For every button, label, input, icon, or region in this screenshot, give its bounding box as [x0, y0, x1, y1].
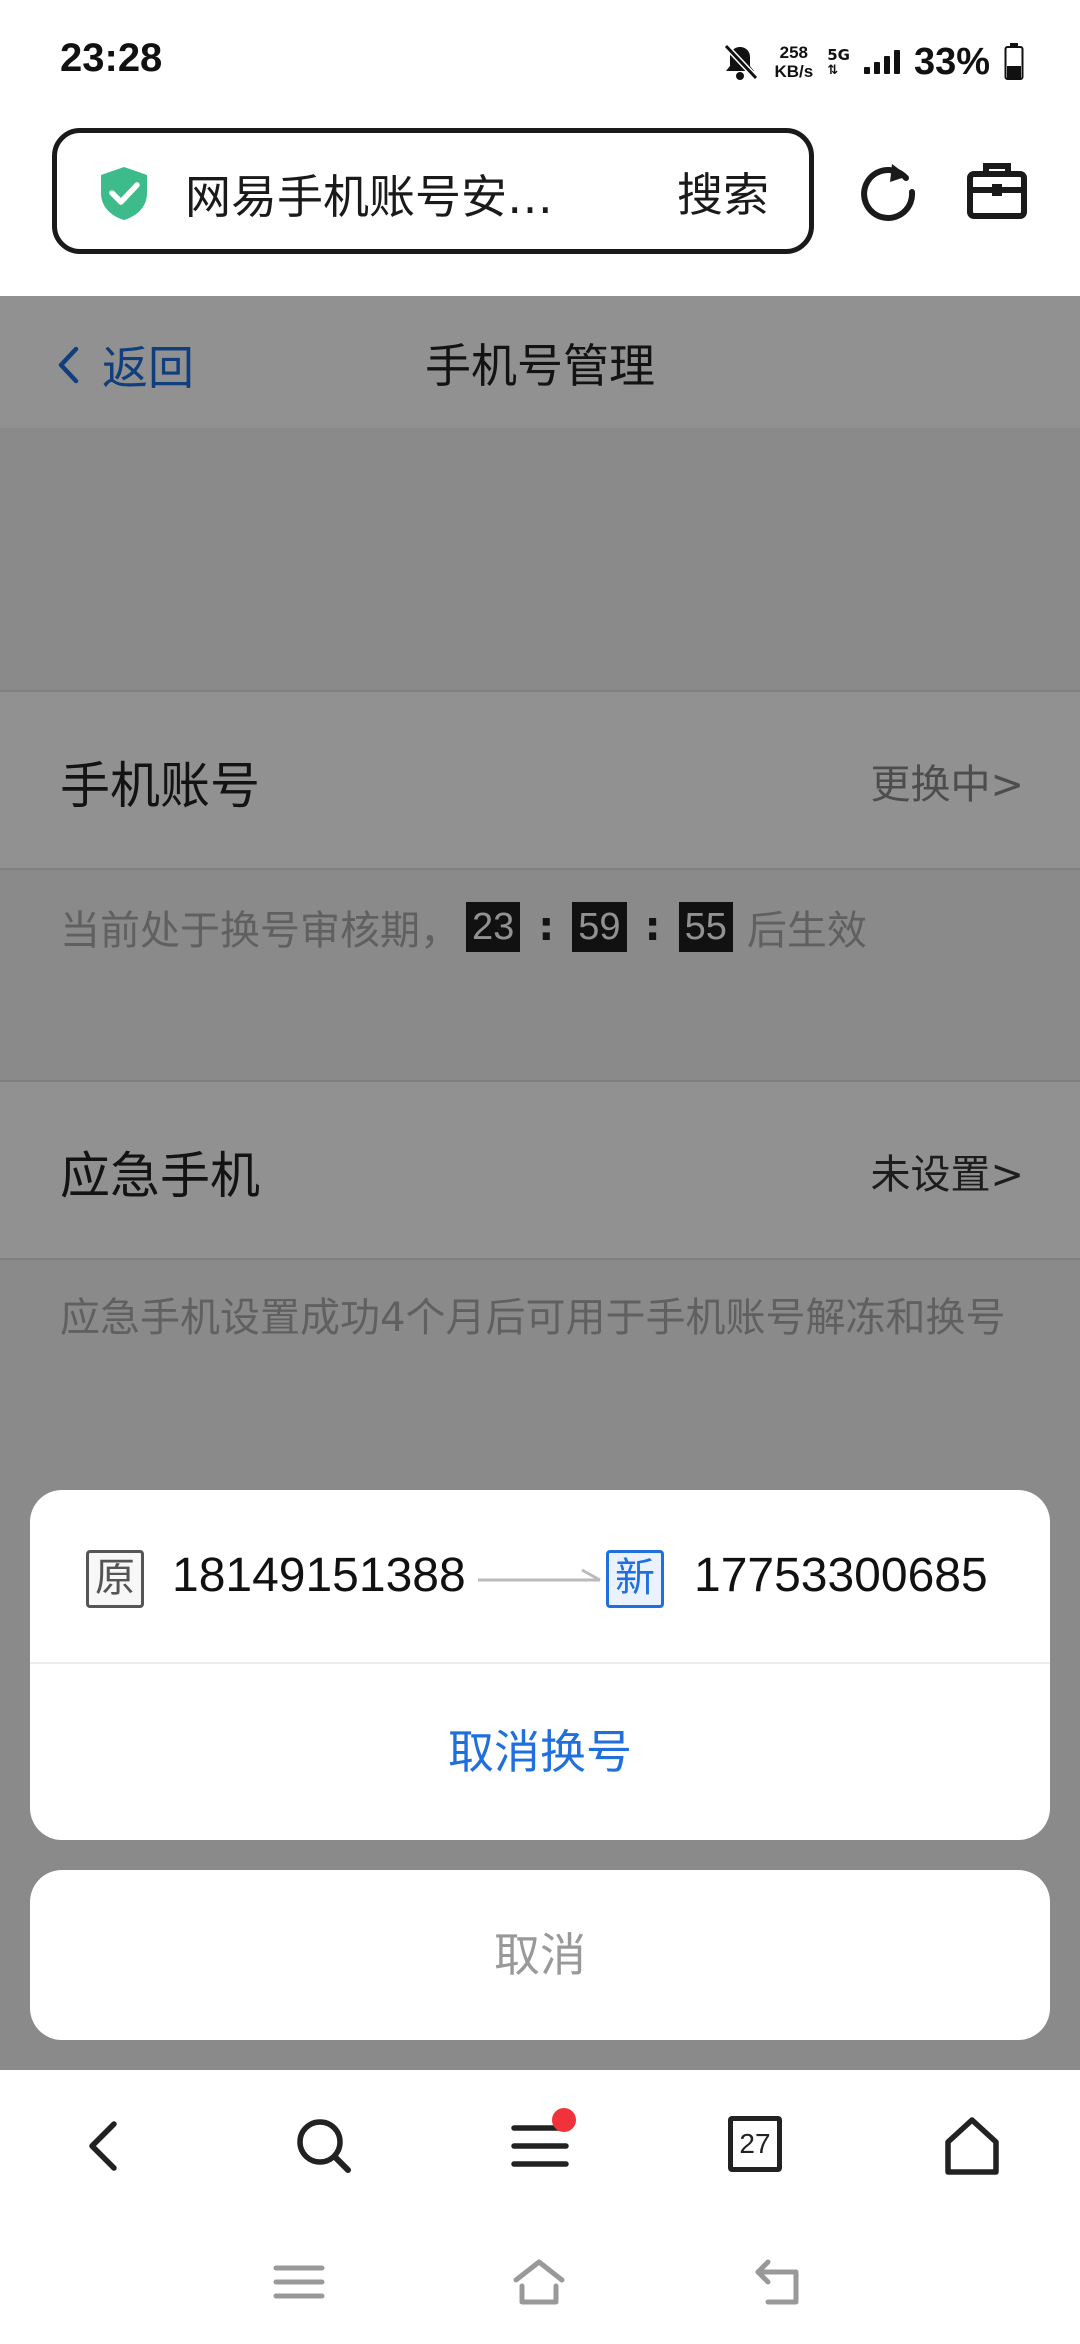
new-number: 17753300685 [694, 1549, 988, 1602]
toolbox-icon[interactable] [966, 160, 1028, 220]
status-time: 23:28 [60, 36, 163, 80]
status-icons: 258 KB/s 5G ⇅ 33% [720, 38, 1024, 86]
refresh-icon[interactable] [856, 158, 920, 222]
old-number: 18149151388 [172, 1549, 466, 1602]
browser-toolbar: 27 [0, 2070, 1080, 2220]
system-home-icon[interactable] [512, 2256, 566, 2308]
system-back-icon[interactable] [752, 2256, 806, 2308]
home-icon[interactable] [940, 2114, 1004, 2178]
menu-badge-dot [552, 2108, 576, 2132]
shield-check-icon [101, 167, 147, 220]
recent-apps-icon[interactable] [272, 2256, 326, 2308]
network-speed-unit: KB/s [774, 62, 814, 81]
action-sheet: 原 18149151388 新 17753300685 取消换号 [30, 1490, 1050, 1840]
cancel-change-button[interactable]: 取消换号 [30, 1664, 1050, 1840]
address-bar[interactable]: 网易手机账号安… 搜索 [52, 128, 814, 254]
status-bar: 23:28 258 KB/s 5G ⇅ 33% [0, 0, 1080, 120]
arrow-right-icon [478, 1568, 601, 1582]
new-number-tag: 新 [606, 1550, 664, 1608]
search-button[interactable]: 搜索 [677, 159, 769, 225]
signal-icon [863, 50, 900, 74]
old-number-tag: 原 [86, 1550, 144, 1608]
data-arrows-icon: ⇅ [827, 63, 839, 78]
battery-icon [1004, 43, 1024, 80]
url-title[interactable]: 网易手机账号安… [185, 161, 553, 227]
mobile-network: 5G ⇅ [827, 46, 850, 78]
mute-bell-icon [724, 43, 759, 81]
search-icon[interactable] [292, 2114, 356, 2178]
back-arrow-icon[interactable] [74, 2114, 138, 2178]
network-type: 5G [827, 46, 850, 64]
system-nav-bar [0, 2220, 1080, 2344]
network-speed-value: 258 [779, 43, 808, 62]
network-speed: 258 KB/s [774, 43, 813, 81]
battery-percent: 33% [913, 40, 990, 83]
cancel-button[interactable]: 取消 [30, 1870, 1050, 2040]
tabs-button[interactable]: 27 [728, 2116, 782, 2172]
number-change-row: 原 18149151388 新 17753300685 [30, 1490, 1050, 1664]
